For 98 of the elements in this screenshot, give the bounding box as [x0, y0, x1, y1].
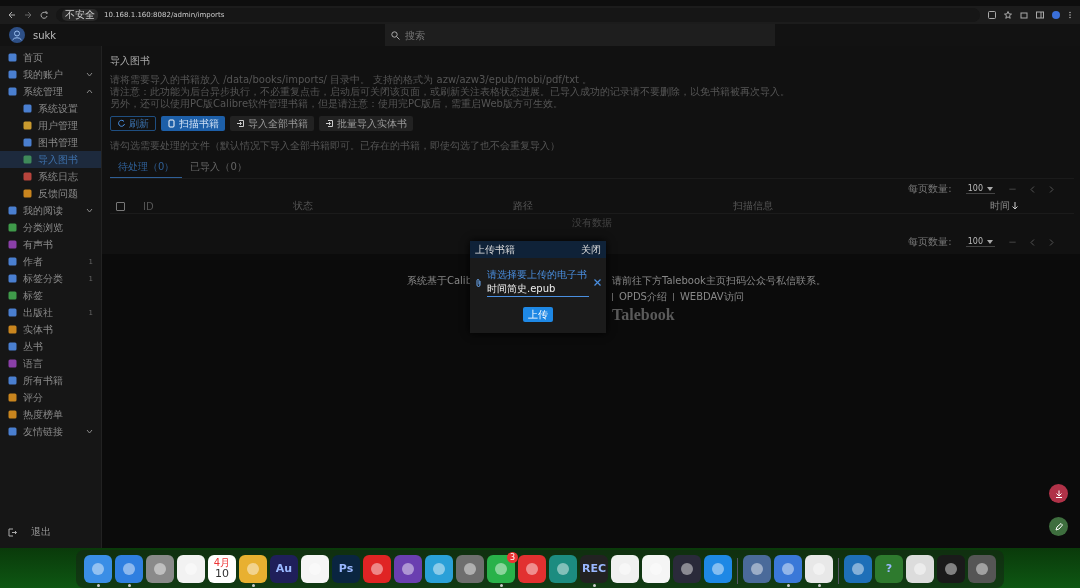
dock-app-icon[interactable]: [115, 554, 143, 583]
download-icon: [1054, 489, 1063, 498]
rows-per-page-label: 每页数量:: [908, 182, 952, 196]
select-all-checkbox[interactable]: [116, 201, 125, 211]
button-icon: [117, 119, 126, 128]
dock-app-icon[interactable]: [425, 554, 453, 583]
sidebar-item[interactable]: 系统日志: [0, 168, 101, 185]
dock-app-icon[interactable]: [704, 554, 732, 583]
dock-app-icon[interactable]: [743, 554, 771, 583]
dock-app-icon[interactable]: [844, 554, 872, 583]
dock-app-icon[interactable]: [805, 554, 833, 583]
dock-app-icon[interactable]: [146, 554, 174, 583]
action-button[interactable]: 导入全部书籍: [230, 116, 314, 131]
logout-button[interactable]: 退出: [0, 525, 101, 548]
close-button[interactable]: 关闭: [581, 242, 601, 257]
button-icon: [167, 119, 176, 128]
security-warning[interactable]: 不安全: [62, 9, 98, 21]
star-icon: [1004, 11, 1012, 19]
floating-button[interactable]: [1049, 484, 1068, 503]
sidebar-item[interactable]: 丛书: [0, 338, 101, 355]
back-icon: [8, 11, 16, 19]
action-button[interactable]: 扫描书籍: [161, 116, 225, 131]
sidebar-item[interactable]: 实体书: [0, 321, 101, 338]
sidebar-item[interactable]: 反馈问题: [0, 185, 101, 202]
pencil-icon: [1054, 522, 1063, 531]
rows-per-page-label: 每页数量:: [908, 235, 952, 249]
sidebar-item[interactable]: 评分: [0, 389, 101, 406]
user-name: sukk: [33, 29, 57, 41]
previous-page-icon: [1030, 185, 1035, 193]
tab[interactable]: 已导入（0）: [182, 157, 255, 178]
sidebar-item[interactable]: 图书管理: [0, 134, 101, 151]
footer-link[interactable]: OPDS介绍: [619, 290, 667, 304]
tab[interactable]: 待处理（0）: [110, 157, 183, 178]
dropdown-icon: [987, 186, 993, 191]
dock-app-icon[interactable]: [611, 554, 639, 583]
sidebar-item[interactable]: 所有书籍: [0, 372, 101, 389]
search-icon: [391, 31, 400, 40]
sidebar-item[interactable]: 系统管理: [0, 83, 101, 100]
button-icon: [325, 119, 334, 128]
profile-avatar-icon: [1052, 11, 1060, 19]
sidebar-item[interactable]: 有声书: [0, 236, 101, 253]
dock-app-icon[interactable]: [456, 554, 484, 583]
sidebar-icon: [1036, 11, 1044, 19]
forward-icon: [24, 11, 32, 19]
dock-app-icon[interactable]: [84, 554, 112, 583]
user-avatar-icon: [9, 27, 25, 43]
dock-app-icon[interactable]: [394, 554, 422, 583]
sidebar-item[interactable]: 友情链接: [0, 423, 101, 440]
dock-app-icon[interactable]: Ps: [332, 554, 360, 583]
floating-button[interactable]: [1049, 517, 1068, 536]
next-page-icon: [1049, 238, 1054, 246]
dock-app-icon[interactable]: [906, 554, 934, 583]
dock-app-icon[interactable]: [301, 554, 329, 583]
reload-icon: [40, 11, 48, 19]
paperclip-icon: [475, 277, 482, 288]
sidebar-item[interactable]: 标签: [0, 287, 101, 304]
dock-app-icon[interactable]: REC: [580, 554, 608, 583]
sidebar-item[interactable]: 语言: [0, 355, 101, 372]
sidebar-item[interactable]: 我的账户: [0, 66, 101, 83]
sidebar-item[interactable]: 首页: [0, 49, 101, 66]
sidebar-item[interactable]: 分类浏览: [0, 219, 101, 236]
dock-app-icon[interactable]: [968, 554, 996, 583]
footer-link[interactable]: WEBDAV访问: [679, 290, 744, 304]
dock-app-icon[interactable]: Au: [270, 554, 298, 583]
dock-app-icon[interactable]: [239, 554, 267, 583]
dialog-title: 上传书籍: [475, 242, 515, 257]
page-title: 导入图书: [110, 54, 151, 68]
file-field[interactable]: 请选择要上传的电子书 时间简史.epub: [487, 268, 589, 297]
search-field[interactable]: 搜索: [385, 24, 775, 46]
dock-app-icon[interactable]: 4月 10: [208, 554, 236, 583]
footer-text: 请前往下方Talebook主页扫码公众号私信联系。: [612, 274, 826, 288]
dock-app-icon[interactable]: [642, 554, 670, 583]
dock-app-icon[interactable]: 3: [487, 554, 515, 583]
column-header[interactable]: 时间: [990, 199, 1018, 213]
dock-app-icon[interactable]: [774, 554, 802, 583]
logout-icon: [8, 527, 17, 537]
next-page-icon: [1049, 185, 1054, 193]
sidebar-item[interactable]: 系统设置: [0, 100, 101, 117]
previous-page-icon: [1030, 238, 1035, 246]
rows-per-page-select[interactable]: 100: [965, 237, 995, 247]
sidebar-item[interactable]: 我的阅读: [0, 202, 101, 219]
rows-per-page-select[interactable]: 100: [965, 184, 995, 194]
action-button[interactable]: 刷新: [110, 116, 156, 131]
clear-icon: [594, 279, 601, 286]
sidebar-item[interactable]: 用户管理: [0, 117, 101, 134]
brand-logo-text: Talebook: [612, 306, 675, 324]
dock-app-icon[interactable]: [177, 554, 205, 583]
action-button[interactable]: 批量导入实体书: [319, 116, 413, 131]
notification-badge: 3: [507, 551, 518, 563]
more-icon: [1068, 11, 1072, 19]
dock-app-icon[interactable]: [549, 554, 577, 583]
sidebar-item[interactable]: 热度榜单: [0, 406, 101, 423]
button-icon: [236, 119, 245, 128]
upload-button[interactable]: 上传: [523, 307, 553, 322]
dock-app-icon[interactable]: [518, 554, 546, 583]
sidebar-item[interactable]: 导入图书: [0, 151, 101, 168]
dropdown-icon: [987, 239, 993, 244]
dock-app-icon[interactable]: [363, 554, 391, 583]
